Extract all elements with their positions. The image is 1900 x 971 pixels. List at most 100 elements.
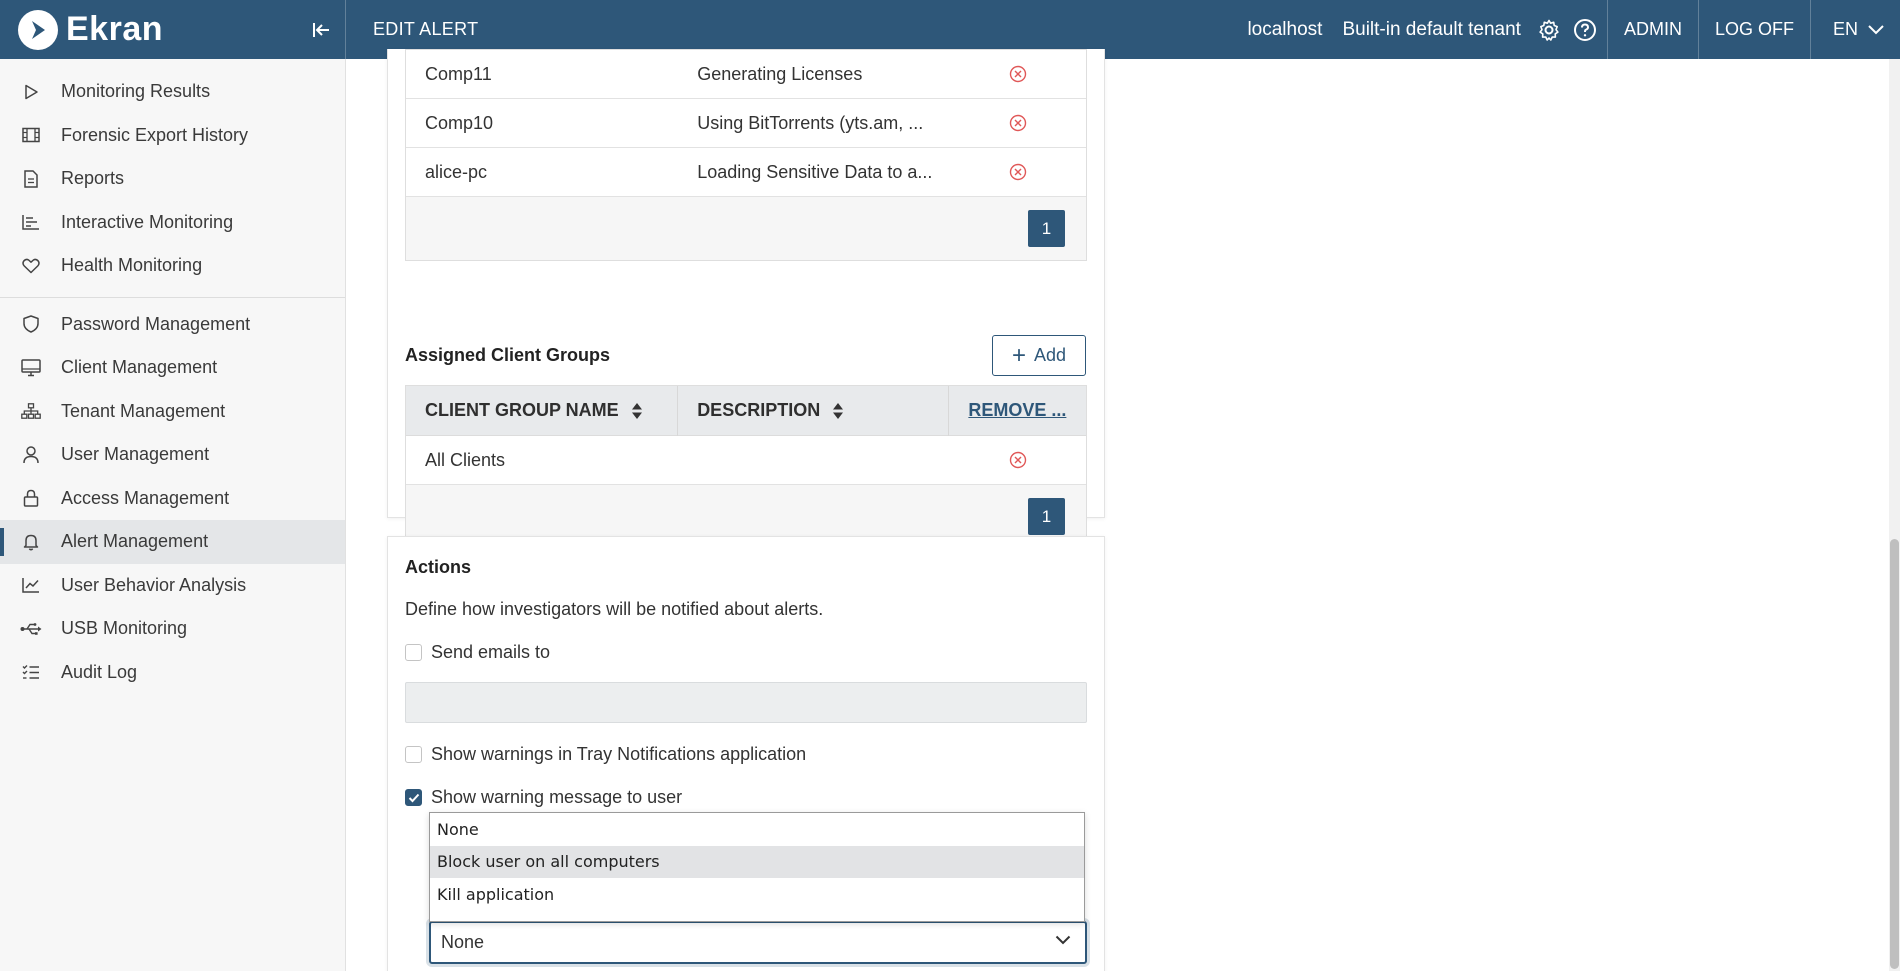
tray-notifications-option[interactable]: Show warnings in Tray Notifications appl… bbox=[405, 744, 806, 765]
sidebar: Monitoring Results Forensic Export Histo… bbox=[0, 59, 346, 971]
tray-notifications-label: Show warnings in Tray Notifications appl… bbox=[431, 744, 807, 764]
sidebar-item-label: User Management bbox=[61, 444, 210, 465]
sort-icon bbox=[833, 402, 844, 419]
assignment-card: Comp11 Generating Licenses Comp10 Using … bbox=[387, 49, 1105, 549]
sidebar-item-usb-monitoring[interactable]: USB Monitoring bbox=[0, 607, 345, 651]
help-icon[interactable] bbox=[1572, 17, 1598, 43]
client-name-cell: Comp10 bbox=[425, 112, 494, 133]
sidebar-item-tenant-management[interactable]: Tenant Management bbox=[0, 390, 345, 434]
brand: Ekran bbox=[0, 0, 346, 59]
clients-pager: 1 bbox=[406, 197, 1086, 260]
usb-icon bbox=[20, 618, 42, 640]
remove-icon[interactable] bbox=[949, 114, 1086, 132]
send-emails-option[interactable]: Send emails to bbox=[405, 642, 550, 663]
sidebar-item-label: Health Monitoring bbox=[61, 255, 203, 276]
client-description-cell: Using BitTorrents (yts.am, ... bbox=[697, 112, 924, 133]
table-row: Comp11 Generating Licenses bbox=[406, 50, 1086, 99]
column-header-label: CLIENT GROUP NAME bbox=[425, 400, 619, 420]
remove-icon[interactable] bbox=[949, 451, 1086, 469]
tray-notifications-checkbox[interactable] bbox=[405, 746, 422, 763]
sidebar-item-label: Interactive Monitoring bbox=[61, 211, 234, 232]
client-groups-title: Assigned Client Groups bbox=[405, 345, 611, 365]
client-groups-table: CLIENT GROUP NAME DESCRIPTION REMOVE ...… bbox=[405, 385, 1087, 549]
admin-button[interactable]: ADMIN bbox=[1612, 19, 1694, 40]
bar-chart-icon bbox=[20, 211, 42, 233]
logoff-button[interactable]: LOG OFF bbox=[1703, 19, 1806, 40]
email-recipients-input[interactable] bbox=[405, 682, 1087, 723]
remove-icon[interactable] bbox=[949, 163, 1086, 181]
heart-icon bbox=[20, 255, 42, 277]
warning-message-checkbox[interactable] bbox=[405, 789, 422, 806]
chevron-down-icon bbox=[1055, 935, 1071, 945]
checklist-icon bbox=[20, 661, 42, 683]
document-icon bbox=[20, 168, 42, 190]
actions-description: Define how investigators will be notifie… bbox=[405, 599, 824, 619]
warning-message-option[interactable]: Show warning message to user bbox=[405, 787, 682, 808]
dropdown-option[interactable]: Kill application bbox=[430, 878, 1084, 911]
table-row: Comp10 Using BitTorrents (yts.am, ... bbox=[406, 99, 1086, 148]
film-icon bbox=[20, 124, 42, 146]
table-header: CLIENT GROUP NAME DESCRIPTION REMOVE ... bbox=[406, 385, 1086, 436]
sidebar-item-user-behavior-analysis[interactable]: User Behavior Analysis bbox=[0, 564, 345, 608]
ekran-logo-icon bbox=[18, 9, 58, 50]
dropdown-option[interactable]: None bbox=[430, 813, 1084, 846]
page-button[interactable]: 1 bbox=[1028, 210, 1065, 247]
sidebar-item-label: USB Monitoring bbox=[61, 618, 188, 639]
sidebar-item-label: Alert Management bbox=[61, 531, 209, 552]
send-emails-checkbox[interactable] bbox=[405, 644, 422, 661]
sidebar-item-user-management[interactable]: User Management bbox=[0, 433, 345, 477]
gear-icon[interactable] bbox=[1536, 17, 1562, 43]
sidebar-item-label: Tenant Management bbox=[61, 400, 226, 421]
bell-icon bbox=[20, 531, 42, 553]
sidebar-item-access-management[interactable]: Access Management bbox=[0, 477, 345, 521]
sidebar-item-label: Forensic Export History bbox=[61, 124, 249, 145]
page-scrollbar[interactable] bbox=[1889, 59, 1900, 971]
page-button[interactable]: 1 bbox=[1028, 498, 1065, 535]
column-header-client-group-name[interactable]: CLIENT GROUP NAME bbox=[406, 385, 679, 436]
add-button-label: Add bbox=[1033, 345, 1067, 365]
tenant-label[interactable]: Built-in default tenant bbox=[1332, 19, 1531, 41]
sidebar-item-label: Monitoring Results bbox=[61, 81, 211, 102]
sidebar-item-interactive-monitoring[interactable]: Interactive Monitoring bbox=[0, 201, 345, 245]
scrollbar-thumb[interactable] bbox=[1890, 539, 1899, 969]
lock-icon bbox=[20, 487, 42, 509]
host-label: localhost bbox=[1247, 18, 1323, 40]
action-select[interactable]: None bbox=[429, 921, 1087, 964]
add-client-group-button[interactable]: + Add bbox=[992, 335, 1086, 376]
table-row: alice-pc Loading Sensitive Data to a... bbox=[406, 148, 1086, 197]
monitor-icon bbox=[20, 357, 42, 379]
column-header-remove[interactable]: REMOVE ... bbox=[949, 386, 1086, 436]
logo-text: Ekran bbox=[66, 10, 163, 48]
client-name-cell: Comp11 bbox=[425, 63, 492, 84]
column-header-label: DESCRIPTION bbox=[697, 400, 821, 420]
sidebar-item-forensic-export-history[interactable]: Forensic Export History bbox=[0, 114, 345, 158]
play-icon bbox=[20, 81, 42, 103]
assigned-clients-table: Comp11 Generating Licenses Comp10 Using … bbox=[405, 49, 1087, 261]
client-name-cell: alice-pc bbox=[425, 161, 488, 182]
sidebar-item-reports[interactable]: Reports bbox=[0, 157, 345, 201]
header-divider bbox=[1606, 0, 1608, 59]
sidebar-item-monitoring-results[interactable]: Monitoring Results bbox=[0, 70, 345, 114]
page-title: EDIT ALERT bbox=[373, 19, 479, 39]
remove-icon[interactable] bbox=[949, 65, 1086, 83]
sidebar-item-label: Password Management bbox=[61, 313, 251, 334]
sidebar-item-audit-log[interactable]: Audit Log bbox=[0, 651, 345, 695]
sidebar-item-label: User Behavior Analysis bbox=[61, 574, 247, 595]
table-row: All Clients bbox=[406, 436, 1086, 485]
client-description-cell: Generating Licenses bbox=[697, 63, 863, 84]
trend-icon bbox=[20, 574, 42, 596]
sidebar-item-label: Access Management bbox=[61, 487, 230, 508]
dropdown-option[interactable]: Block user on all computers bbox=[430, 845, 1084, 878]
sidebar-item-alert-management[interactable]: Alert Management bbox=[0, 520, 345, 564]
sidebar-item-health-monitoring[interactable]: Health Monitoring bbox=[0, 244, 345, 288]
sidebar-item-password-management[interactable]: Password Management bbox=[0, 303, 345, 347]
column-header-description[interactable]: DESCRIPTION bbox=[678, 385, 950, 436]
remove-all-link[interactable]: REMOVE ... bbox=[968, 400, 1066, 421]
language-selector[interactable]: EN bbox=[1815, 19, 1900, 40]
language-label: EN bbox=[1832, 19, 1858, 39]
collapse-sidebar-icon[interactable] bbox=[309, 18, 333, 42]
sidebar-item-label: Reports bbox=[61, 168, 125, 189]
actions-title: Actions bbox=[405, 557, 472, 577]
warning-message-label: Show warning message to user bbox=[431, 787, 683, 807]
sidebar-item-client-management[interactable]: Client Management bbox=[0, 346, 345, 390]
